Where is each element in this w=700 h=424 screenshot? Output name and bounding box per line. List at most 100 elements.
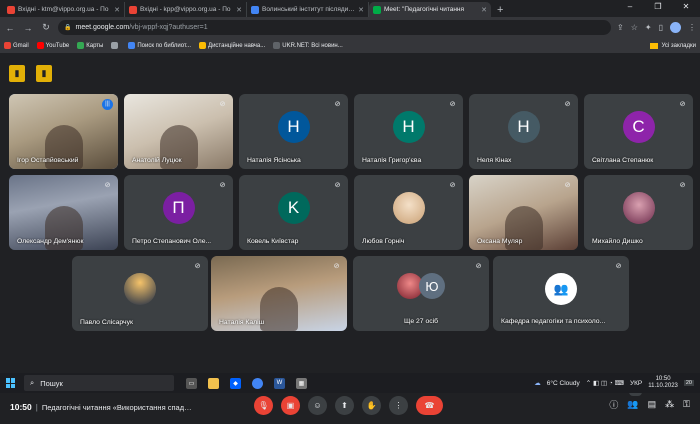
meet-stage: ▮ ▮ ||| Ігор Остапйовський ⊘ Анатолій Лу… — [0, 54, 700, 415]
people-button[interactable]: 43👥 — [627, 388, 642, 410]
host-controls-icon[interactable]: ▮ — [36, 65, 52, 82]
activities-icon[interactable]: ⁂ — [665, 399, 674, 410]
host-lock-icon[interactable]: ⚿ — [683, 399, 690, 410]
avatar-letter: H — [277, 111, 310, 143]
leave-call-button[interactable]: ☎ — [416, 396, 443, 415]
chrome-icon[interactable] — [252, 377, 263, 389]
reactions-button[interactable]: ☺ — [308, 396, 327, 415]
avatar-letter: Ю — [419, 273, 445, 299]
bookmark-label: Поиск по библиот... — [137, 42, 192, 49]
tab-favicon-icon — [129, 5, 137, 14]
participant-tile[interactable]: ||| Ігор Остапйовський — [9, 94, 118, 169]
mic-muted-icon: ⊘ — [334, 101, 341, 108]
info-icon[interactable]: ⓘ — [609, 398, 618, 411]
task-view-icon[interactable]: ▭ — [186, 377, 197, 389]
clock[interactable]: 10:50 11.10.2023 — [648, 376, 678, 391]
bookmark-item[interactable]: Карты — [77, 42, 103, 49]
participant-tile[interactable]: H ⊘ Наталія Григор'єва — [354, 94, 463, 169]
participant-tile[interactable]: ⊘ Анатолій Луцюк — [124, 94, 233, 169]
participant-tile[interactable]: 👥 ⊘ Кафедра педагогіки та психоло... — [493, 256, 629, 331]
meeting-control-bar: 10:50 | Педагогічні читання «Використанн… — [0, 388, 700, 424]
dropbox-icon[interactable]: ◆ — [230, 377, 241, 389]
weather-icon[interactable]: ☁ — [534, 379, 541, 387]
participant-tile[interactable]: K ⊘ Ковель Київстар — [239, 175, 348, 250]
avatar-photo — [622, 192, 655, 224]
browser-tab[interactable]: Вхідні - kpp@vippo.org.ua - По ✕ — [125, 2, 247, 17]
camera-off-button[interactable]: ▣ — [281, 396, 300, 415]
participant-name: Оксана Муляр — [477, 238, 523, 245]
tab-title: Вхідні - ktm@vippo.org.ua - По — [18, 6, 109, 13]
forward-arrow-icon[interactable]: → — [22, 23, 34, 33]
maximize-button[interactable]: ❐ — [644, 0, 672, 14]
taskbar-search[interactable]: ⌕ Пошук — [24, 375, 174, 391]
participant-tile[interactable]: Ю ⊘ Ще 27 осіб — [353, 256, 489, 331]
raise-hand-button[interactable]: ✋ — [362, 396, 381, 415]
tab-title: Meet: "Педагогічні читання — [384, 6, 465, 13]
participant-tile[interactable]: ⊘ Оксана Муляр — [469, 175, 578, 250]
windows-start-icon[interactable] — [6, 378, 16, 388]
chat-icon[interactable]: ▤ — [648, 399, 657, 410]
participant-name: Світлана Степанюк — [592, 157, 654, 164]
tab-close-icon[interactable]: ✕ — [236, 6, 242, 14]
participant-tile[interactable]: ⊘ Любов Горніч — [354, 175, 463, 250]
mic-off-button[interactable]: 🎙 — [254, 396, 273, 415]
share-icon[interactable]: ⇪ — [617, 23, 624, 32]
participant-tile[interactable]: H ⊘ Наталія Ясінська — [239, 94, 348, 169]
browser-tab[interactable]: Волинський інститут післядипл ✕ — [247, 2, 369, 17]
bookmark-star-icon[interactable]: ☆ — [631, 23, 638, 32]
participant-tile[interactable]: ⊘ Олександр Дем'янюк — [9, 175, 118, 250]
avatar-photo — [392, 192, 425, 224]
tab-close-icon[interactable]: ✕ — [114, 6, 120, 14]
reload-icon[interactable]: ↻ — [40, 22, 52, 33]
participant-tile[interactable]: C ⊘ Світлана Степанюк — [584, 94, 693, 169]
bookmark-item[interactable] — [111, 42, 120, 49]
language-indicator[interactable]: УКР — [630, 380, 642, 387]
bookmark-item[interactable]: YouTube — [36, 42, 69, 49]
notifications-badge[interactable]: 20 — [683, 380, 694, 386]
search-icon: ⌕ — [30, 378, 35, 387]
weather-label[interactable]: 6°C Cloudy — [547, 380, 580, 387]
bookmark-icon — [36, 42, 44, 49]
mic-muted-icon: ⊘ — [564, 182, 571, 189]
word-icon[interactable]: W — [274, 377, 285, 389]
file-explorer-icon[interactable] — [208, 377, 219, 389]
activity-badge-icon[interactable]: ▮ — [9, 65, 25, 82]
sidebar-icon[interactable]: ▯ — [659, 23, 663, 32]
menu-kebab-icon[interactable]: ⋮ — [688, 23, 696, 32]
back-arrow-icon[interactable]: ← — [4, 23, 16, 33]
minimize-button[interactable]: – — [616, 0, 644, 14]
browser-tab[interactable]: Meet: "Педагогічні читання ✕ — [369, 2, 491, 17]
participant-tile[interactable]: П ⊘ Петро Степанович Оле... — [124, 175, 233, 250]
bookmark-item[interactable]: UKR.NET: Всі новин... — [273, 42, 343, 49]
bookmark-icon — [273, 42, 281, 49]
participant-name: Наталія Ясінська — [247, 157, 301, 164]
participant-tile[interactable]: H ⊘ Неля Кінах — [469, 94, 578, 169]
url-field[interactable]: 🔒 meet.google.com/vbj-wppf-xqj?authuser=… — [58, 20, 612, 35]
present-button[interactable]: ⬆ — [335, 396, 354, 415]
participant-tile[interactable]: ⊘ Павло Слісарчук — [72, 256, 208, 331]
tab-favicon-icon — [7, 5, 15, 14]
bookmark-icon — [199, 42, 207, 49]
extensions-icon[interactable]: ✦ — [645, 23, 652, 32]
tray-icons[interactable]: ⌃ ◧ ◫ ◔ ⌨ — [586, 379, 624, 387]
participant-tile[interactable]: ⊘ Наталія Каліш — [211, 256, 347, 331]
bookmark-item[interactable]: Дистанційне навча... — [199, 42, 265, 49]
app-icon[interactable]: ▦ — [296, 377, 307, 389]
all-bookmarks-link[interactable]: Усі закладки — [650, 42, 696, 49]
mic-muted-icon: ⊘ — [219, 182, 226, 189]
clock-time: 10:50 — [655, 375, 671, 382]
browser-tab[interactable]: Вхідні - ktm@vippo.org.ua - По ✕ — [3, 2, 125, 17]
tab-close-icon[interactable]: ✕ — [358, 6, 364, 14]
avatar-photo — [124, 273, 156, 305]
bookmark-item[interactable]: Поиск по библиот... — [128, 42, 191, 49]
tab-close-icon[interactable]: ✕ — [481, 6, 487, 14]
participant-tile[interactable]: ⊘ Михайло Дишко — [584, 175, 693, 250]
new-tab-button[interactable]: + — [491, 4, 509, 17]
bookmark-item[interactable]: Gmail — [4, 42, 29, 49]
group-avatar-icon: 👥 — [545, 273, 577, 305]
participant-name: Ковель Київстар — [247, 238, 299, 245]
more-options-button[interactable]: ⋮ — [389, 396, 408, 415]
close-window-button[interactable]: ✕ — [672, 0, 700, 14]
participant-name: Кафедра педагогіки та психоло... — [501, 318, 606, 325]
profile-avatar[interactable] — [670, 22, 681, 33]
